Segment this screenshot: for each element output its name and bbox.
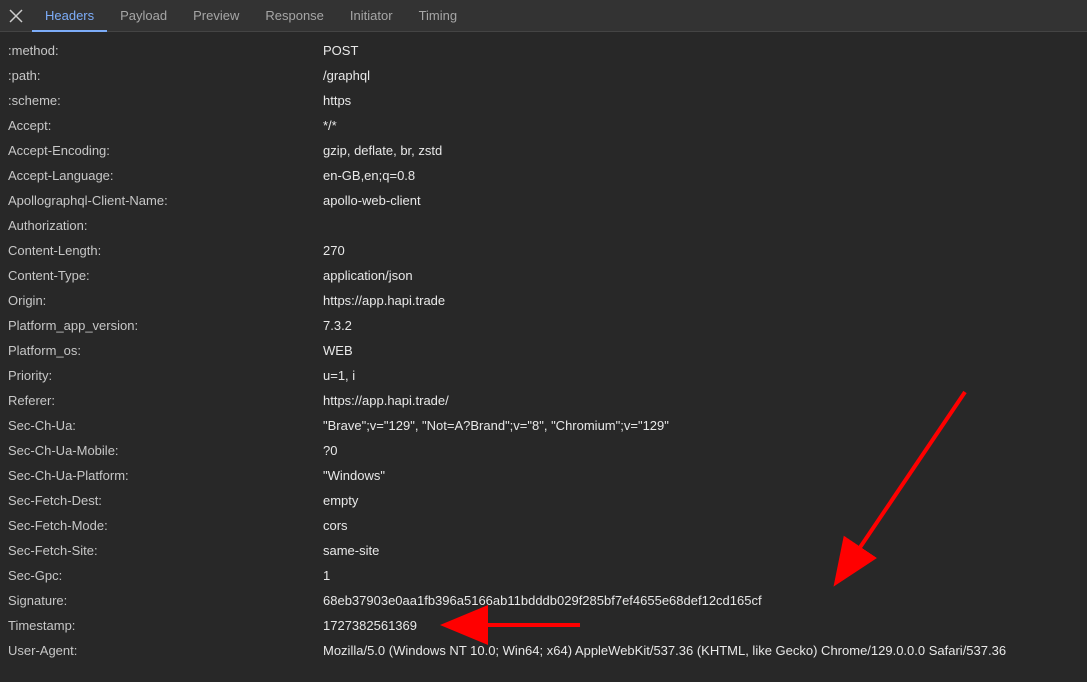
header-value: POST <box>323 38 1079 63</box>
header-row: Content-Type:application/json <box>8 263 1079 288</box>
header-row: :scheme:https <box>8 88 1079 113</box>
header-value: cors <box>323 513 1079 538</box>
header-value: en-GB,en;q=0.8 <box>323 163 1079 188</box>
tab-timing[interactable]: Timing <box>406 0 471 32</box>
header-row: Sec-Ch-Ua-Mobile:?0 <box>8 438 1079 463</box>
header-value: "Windows" <box>323 463 1079 488</box>
header-key: Accept-Encoding: <box>8 138 323 163</box>
close-icon[interactable] <box>0 0 32 32</box>
tab-preview[interactable]: Preview <box>180 0 252 32</box>
header-key: Accept: <box>8 113 323 138</box>
header-row: Accept-Language:en-GB,en;q=0.8 <box>8 163 1079 188</box>
header-key: Sec-Ch-Ua-Mobile: <box>8 438 323 463</box>
header-key: Priority: <box>8 363 323 388</box>
header-row: Apollographql-Client-Name:apollo-web-cli… <box>8 188 1079 213</box>
header-value: 7.3.2 <box>323 313 1079 338</box>
header-key: :scheme: <box>8 88 323 113</box>
header-value: https <box>323 88 1079 113</box>
header-value: WEB <box>323 338 1079 363</box>
header-key: Content-Length: <box>8 238 323 263</box>
header-row: Sec-Ch-Ua:"Brave";v="129", "Not=A?Brand"… <box>8 413 1079 438</box>
header-row: Referer:https://app.hapi.trade/ <box>8 388 1079 413</box>
header-row: Accept:*/* <box>8 113 1079 138</box>
header-row: Content-Length:270 <box>8 238 1079 263</box>
header-row: Authorization: <box>8 213 1079 238</box>
header-key: User-Agent: <box>8 638 323 663</box>
header-key: Origin: <box>8 288 323 313</box>
header-key: Sec-Fetch-Site: <box>8 538 323 563</box>
header-value: Mozilla/5.0 (Windows NT 10.0; Win64; x64… <box>323 638 1079 663</box>
header-row: Accept-Encoding:gzip, deflate, br, zstd <box>8 138 1079 163</box>
header-value: 270 <box>323 238 1079 263</box>
header-row: User-Agent:Mozilla/5.0 (Windows NT 10.0;… <box>8 638 1079 663</box>
header-key: Apollographql-Client-Name: <box>8 188 323 213</box>
header-value: 1 <box>323 563 1079 588</box>
header-row: Priority:u=1, i <box>8 363 1079 388</box>
header-row: Sec-Fetch-Site:same-site <box>8 538 1079 563</box>
header-key: Sec-Ch-Ua-Platform: <box>8 463 323 488</box>
header-value: ?0 <box>323 438 1079 463</box>
header-value: https://app.hapi.trade <box>323 288 1079 313</box>
tab-headers[interactable]: Headers <box>32 0 107 32</box>
header-key: Sec-Ch-Ua: <box>8 413 323 438</box>
header-value <box>323 213 1079 238</box>
header-value: 68eb37903e0aa1fb396a5166ab11bdddb029f285… <box>323 588 1079 613</box>
header-row: Sec-Ch-Ua-Platform:"Windows" <box>8 463 1079 488</box>
tabs-bar: Headers Payload Preview Response Initiat… <box>0 0 1087 32</box>
header-row: Sec-Fetch-Dest:empty <box>8 488 1079 513</box>
header-key: Sec-Fetch-Dest: <box>8 488 323 513</box>
headers-content: :method:POST :path:/graphql :scheme:http… <box>0 32 1087 669</box>
tab-payload[interactable]: Payload <box>107 0 180 32</box>
header-value: application/json <box>323 263 1079 288</box>
header-row: Origin:https://app.hapi.trade <box>8 288 1079 313</box>
header-row: Signature:68eb37903e0aa1fb396a5166ab11bd… <box>8 588 1079 613</box>
header-row: Timestamp:1727382561369 <box>8 613 1079 638</box>
header-value: empty <box>323 488 1079 513</box>
header-key: Content-Type: <box>8 263 323 288</box>
header-row: Platform_os:WEB <box>8 338 1079 363</box>
tab-initiator[interactable]: Initiator <box>337 0 406 32</box>
header-value: same-site <box>323 538 1079 563</box>
header-key: Sec-Fetch-Mode: <box>8 513 323 538</box>
header-key: Timestamp: <box>8 613 323 638</box>
header-key: Platform_app_version: <box>8 313 323 338</box>
header-key: Accept-Language: <box>8 163 323 188</box>
header-value: gzip, deflate, br, zstd <box>323 138 1079 163</box>
header-row: Sec-Fetch-Mode:cors <box>8 513 1079 538</box>
header-key: :method: <box>8 38 323 63</box>
header-key: Authorization: <box>8 213 323 238</box>
header-value: https://app.hapi.trade/ <box>323 388 1079 413</box>
header-row: :path:/graphql <box>8 63 1079 88</box>
header-value: /graphql <box>323 63 1079 88</box>
header-value: "Brave";v="129", "Not=A?Brand";v="8", "C… <box>323 413 1079 438</box>
header-row: Platform_app_version:7.3.2 <box>8 313 1079 338</box>
header-key: Sec-Gpc: <box>8 563 323 588</box>
header-key: Signature: <box>8 588 323 613</box>
header-value: */* <box>323 113 1079 138</box>
header-value: u=1, i <box>323 363 1079 388</box>
tab-response[interactable]: Response <box>252 0 337 32</box>
header-key: Referer: <box>8 388 323 413</box>
header-value: 1727382561369 <box>323 613 1079 638</box>
header-row: Sec-Gpc:1 <box>8 563 1079 588</box>
header-value: apollo-web-client <box>323 188 1079 213</box>
header-key: :path: <box>8 63 323 88</box>
header-row: :method:POST <box>8 38 1079 63</box>
header-key: Platform_os: <box>8 338 323 363</box>
